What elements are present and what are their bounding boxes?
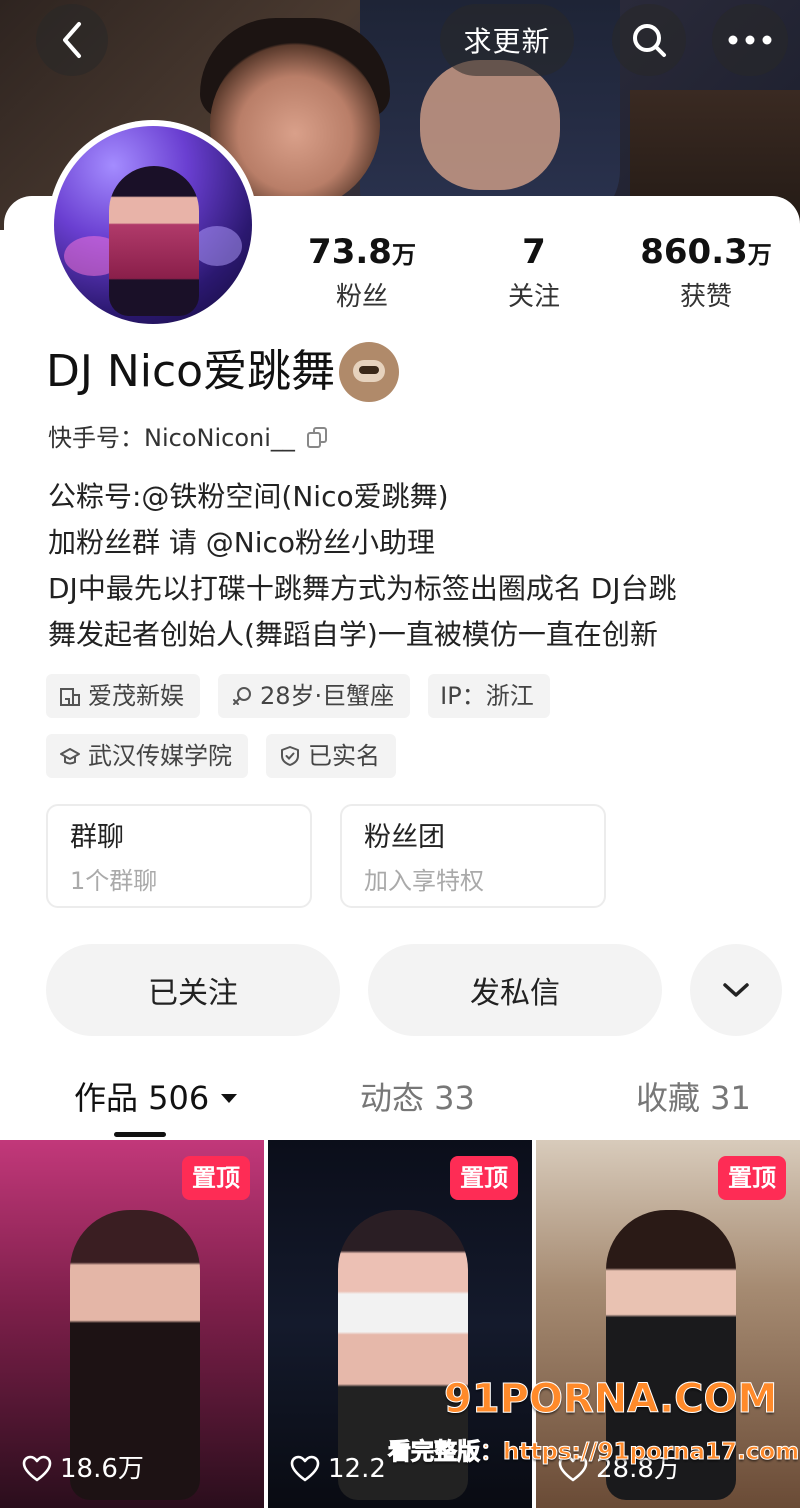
followed-button[interactable]: 已关注 [46, 944, 340, 1036]
tag-label: 已实名 [308, 742, 380, 770]
tab-works[interactable]: 作品 506 [74, 1076, 238, 1120]
tag-label: 28岁·巨蟹座 [260, 682, 395, 710]
tag-label: 爱茂新娱 [88, 682, 184, 710]
active-tab-indicator [114, 1132, 166, 1137]
stat-value: 7 [522, 232, 546, 272]
stat-value: 860.3万 [640, 232, 772, 272]
search-icon [633, 24, 666, 57]
group-chat-subtitle: 1个群聊 [70, 867, 158, 895]
tab-label: 作品 506 [74, 1079, 210, 1117]
avatar-image [54, 126, 252, 324]
pinned-badge: 置顶 [450, 1156, 518, 1200]
bio-line: 舞发起者创始人(舞蹈自学)一直被模仿一直在创新 [48, 618, 658, 651]
like-count: 18.6万 [22, 1452, 144, 1486]
copy-icon[interactable] [306, 427, 329, 449]
video-thumbnail[interactable]: 置顶 12.2 [268, 1140, 532, 1508]
video-thumbnail[interactable]: 置顶 18.6万 [0, 1140, 264, 1508]
tag-school[interactable]: 武汉传媒学院 [46, 734, 248, 778]
stat-followers[interactable]: 73.8万 粉丝 [282, 232, 442, 313]
fan-club-subtitle: 加入享特权 [364, 867, 484, 895]
bio-line: DJ中最先以打碟十跳舞方式为标签出圈成名 DJ台跳 [48, 572, 677, 605]
like-count-text: 12.2 [328, 1454, 386, 1484]
kuaishou-id-text: 快手号：NicoNiconi__ [48, 424, 295, 452]
stat-label: 关注 [507, 282, 560, 312]
tab-moments[interactable]: 动态 33 [360, 1076, 475, 1120]
stat-following[interactable]: 7 关注 [454, 232, 614, 313]
heart-icon [290, 1455, 320, 1482]
tag-label: 武汉传媒学院 [88, 742, 232, 770]
cover-figure-arm [420, 60, 560, 190]
tag-label: IP：浙江 [440, 682, 534, 710]
group-chat-title: 群聊 [70, 822, 124, 853]
building-icon [58, 684, 82, 708]
avatar[interactable] [48, 120, 258, 330]
chevron-down-icon [723, 983, 749, 997]
tab-favorites[interactable]: 收藏 31 [636, 1076, 751, 1120]
kuaishou-id: 快手号：NicoNiconi__ [48, 420, 329, 456]
avatar-light-right [192, 226, 242, 266]
tag-company[interactable]: 爱茂新娱 [46, 674, 200, 718]
video-grid: 置顶 18.6万 置顶 12.2 置顶 28.8万 [0, 1140, 800, 1508]
pinned-badge: 置顶 [718, 1156, 786, 1200]
heart-icon [558, 1455, 588, 1482]
graduation-cap-icon [58, 744, 82, 768]
search-button[interactable] [612, 4, 686, 76]
gender-icon [230, 684, 254, 708]
profile-name-text: DJ Nico爱跳舞 [46, 346, 336, 397]
like-count-text: 18.6万 [60, 1454, 144, 1484]
tag-row: 爱茂新娱 28岁·巨蟹座 IP：浙江 [46, 674, 786, 718]
profile-name: DJ Nico爱跳舞 [46, 342, 400, 402]
stat-label: 获赞 [679, 282, 732, 312]
send-message-button[interactable]: 发私信 [368, 944, 662, 1036]
more-button[interactable] [712, 4, 788, 76]
tag-verified: 已实名 [266, 734, 396, 778]
bio-line[interactable]: 加粉丝群 请 @Nico粉丝小助理 [48, 520, 778, 566]
group-chat-card[interactable]: 群聊 1个群聊 [46, 804, 312, 908]
stat-value: 73.8万 [308, 232, 416, 272]
fan-club-card[interactable]: 粉丝团 加入享特权 [340, 804, 606, 908]
pinned-badge: 置顶 [182, 1156, 250, 1200]
shield-check-icon [278, 744, 302, 768]
back-button[interactable] [36, 4, 108, 76]
chevron-left-icon [63, 22, 81, 58]
tag-row: 武汉传媒学院 已实名 [46, 734, 786, 778]
content-tabs: 作品 506 动态 33 收藏 31 [0, 1070, 800, 1136]
tag-age: 28岁·巨蟹座 [218, 674, 411, 718]
tag-ip: IP：浙江 [428, 674, 550, 718]
request-update-button[interactable]: 求更新 [440, 4, 574, 76]
video-thumbnail[interactable]: 置顶 28.8万 [536, 1140, 800, 1508]
sloth-emoji-icon [339, 342, 400, 402]
like-count: 28.8万 [558, 1452, 680, 1486]
profile-bio: 公粽号:@铁粉空间(Nico爱跳舞) 加粉丝群 请 @Nico粉丝小助理 DJ中… [48, 474, 778, 658]
like-count: 12.2 [290, 1452, 386, 1486]
caret-down-icon [221, 1093, 238, 1103]
heart-icon [22, 1455, 52, 1482]
more-dots-icon [728, 35, 772, 45]
fan-club-title: 粉丝团 [364, 822, 445, 853]
bio-line: 公粽号:@铁粉空间(Nico爱跳舞) [48, 480, 449, 513]
expand-button[interactable] [690, 944, 782, 1036]
like-count-text: 28.8万 [596, 1454, 680, 1484]
stat-likes[interactable]: 860.3万 获赞 [626, 232, 786, 313]
stat-label: 粉丝 [335, 282, 388, 312]
avatar-figure [109, 166, 199, 316]
